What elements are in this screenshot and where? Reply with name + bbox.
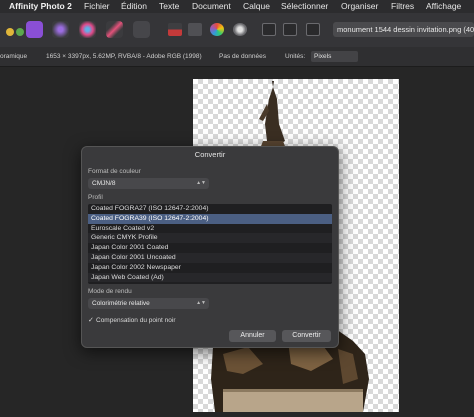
menu-texte[interactable]: Texte: [159, 0, 179, 13]
marquee-icon[interactable]: [262, 23, 276, 36]
units-label: Unités:: [285, 53, 306, 60]
rendering-intent-select[interactable]: Colorimétrie relative ▲▼: [88, 298, 209, 309]
profile-label: Profil: [88, 194, 103, 201]
list-item[interactable]: Coated FOGRA27 (ISO 12647-2:2004): [88, 204, 332, 214]
black-point-checkbox[interactable]: ✓: [88, 317, 96, 325]
liquify-persona-icon[interactable]: [52, 21, 69, 38]
histogram-icon[interactable]: [168, 23, 182, 36]
menu-selectionner[interactable]: Sélectionner: [281, 0, 328, 13]
context-toolbar: oramique 1653 × 3397px, 5.62MP, RVBA/8 -…: [0, 47, 474, 67]
black-point-label: Compensation du point noir: [96, 317, 176, 324]
color-wheel-icon[interactable]: [210, 23, 224, 36]
mode-label: oramique: [0, 53, 28, 60]
document-title-tab[interactable]: monument 1544 dessin invitation.png (40.…: [333, 22, 474, 37]
list-item[interactable]: Japan Web Coated (Ad): [88, 272, 332, 283]
list-item[interactable]: Japan Color 2001 Uncoated: [88, 253, 332, 263]
color-format-label: Format de couleur: [88, 168, 141, 175]
cancel-button[interactable]: Annuler: [229, 330, 276, 342]
grid-view-icon[interactable]: [306, 23, 320, 36]
export-persona-icon[interactable]: [133, 21, 150, 38]
rendering-intent-value: Colorimétrie relative: [92, 300, 150, 307]
zoom-window-button[interactable]: [16, 28, 24, 36]
units-select[interactable]: Pixels: [311, 51, 358, 62]
rendering-intent-label: Mode de rendu: [88, 288, 132, 295]
ellipse-marquee-icon[interactable]: [283, 23, 297, 36]
list-item[interactable]: Japan Color 2001 Coated: [88, 243, 332, 253]
convert-button[interactable]: Convertir: [282, 330, 331, 342]
minimize-window-button[interactable]: [6, 28, 14, 36]
menu-calque[interactable]: Calque: [243, 0, 270, 13]
list-item[interactable]: Japan Color 2002 Newspaper: [88, 263, 332, 273]
chevron-updown-icon: ▲▼: [196, 300, 206, 306]
image-info: 1653 × 3397px, 5.62MP, RVBA/8 - Adobe RG…: [46, 53, 202, 60]
metadata-button[interactable]: Pas de données: [219, 47, 266, 66]
menu-filtres[interactable]: Filtres: [391, 0, 414, 13]
photo-persona-icon[interactable]: [26, 21, 43, 38]
convert-dialog: Convertir Format de couleur CMJN/8 ▲▼ Pr…: [81, 146, 339, 348]
color-format-select[interactable]: CMJN/8 ▲▼: [88, 178, 209, 189]
menu-bar: Affinity Photo 2 Fichier Édition Texte D…: [0, 0, 474, 13]
list-item-selected[interactable]: Coated FOGRA39 (ISO 12647-2:2004): [88, 213, 332, 224]
list-item[interactable]: Euroscale Coated v2: [88, 224, 332, 234]
menu-edition[interactable]: Édition: [121, 0, 147, 13]
menu-document[interactable]: Document: [192, 0, 231, 13]
adjust-icon[interactable]: [188, 23, 202, 36]
color-format-value: CMJN/8: [92, 180, 116, 187]
menu-affichage[interactable]: Affichage: [426, 0, 461, 13]
profile-list[interactable]: Coated FOGRA27 (ISO 12647-2:2004) Coated…: [88, 204, 332, 284]
dialog-title: Convertir: [194, 150, 226, 159]
develop-persona-icon[interactable]: [79, 21, 96, 38]
list-item[interactable]: Generic CMYK Profile: [88, 233, 332, 244]
app-menu[interactable]: Affinity Photo 2: [9, 0, 72, 13]
tone-mapping-persona-icon[interactable]: [106, 21, 123, 38]
chevron-updown-icon: ▲▼: [196, 180, 206, 186]
menu-organiser[interactable]: Organiser: [341, 0, 378, 13]
menu-fichier[interactable]: Fichier: [84, 0, 110, 13]
selection-brush-icon[interactable]: [233, 23, 247, 36]
